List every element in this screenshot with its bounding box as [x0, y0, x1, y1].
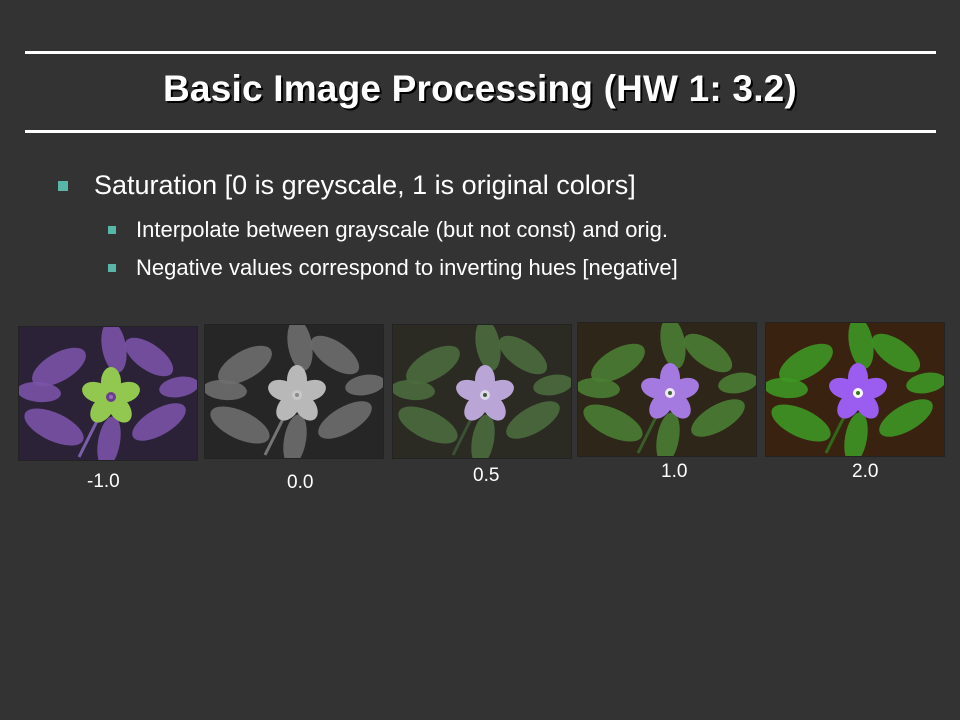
square-bullet-icon — [108, 226, 116, 234]
flower-image-saturation-0-5 — [393, 325, 571, 458]
image-caption: 0.0 — [287, 472, 314, 493]
image-caption: 0.5 — [473, 465, 500, 486]
square-bullet-icon — [108, 264, 116, 272]
bullet-main-text: Saturation [0 is greyscale, 1 is origina… — [94, 170, 636, 200]
sub-bullet-text: Interpolate between grayscale (but not c… — [136, 217, 668, 242]
sub-bullet-interpolate: Interpolate between grayscale (but not c… — [108, 217, 668, 243]
flower-image-saturation-neg1 — [19, 327, 197, 460]
sub-bullet-text: Negative values correspond to inverting … — [136, 255, 678, 280]
bullet-main: Saturation [0 is greyscale, 1 is origina… — [58, 170, 636, 201]
image-caption: 2.0 — [852, 461, 879, 482]
image-caption: -1.0 — [87, 471, 120, 492]
sub-bullet-negative: Negative values correspond to inverting … — [108, 255, 678, 281]
slide-title: Basic Image Processing (HW 1: 3.2) — [163, 68, 797, 109]
title-rule-top — [25, 51, 936, 54]
image-caption: 1.0 — [661, 461, 688, 482]
square-bullet-icon — [58, 180, 68, 191]
flower-image-saturation-2 — [766, 323, 944, 456]
flower-image-saturation-1 — [578, 323, 756, 456]
title-rule-bottom — [25, 130, 936, 133]
flower-image-saturation-0 — [205, 325, 383, 458]
